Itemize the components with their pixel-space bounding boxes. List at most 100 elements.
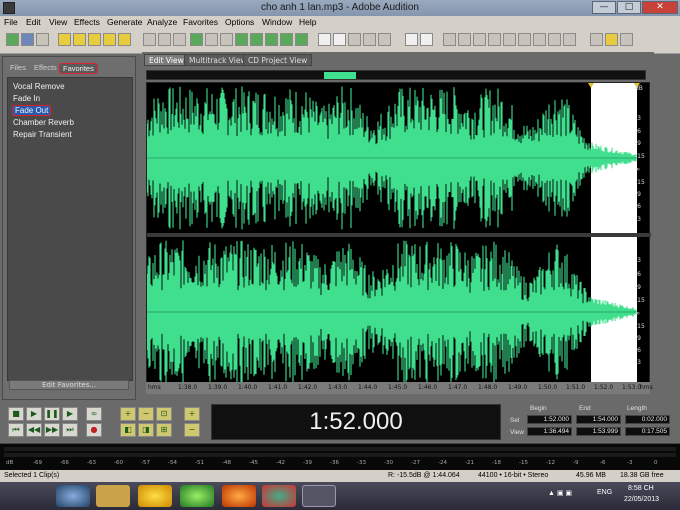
lasso-icon[interactable] [348, 33, 361, 46]
cd-icon[interactable] [36, 33, 49, 46]
view-end-field[interactable]: 1:53.999 [576, 427, 621, 436]
silence-icon[interactable] [265, 33, 278, 46]
zoom-out-h-icon[interactable]: − [138, 407, 154, 421]
tab-files[interactable]: Files [7, 63, 29, 74]
favorite-item-chamber-reverb[interactable]: Chamber Reverb [13, 118, 74, 127]
view-6-icon[interactable] [518, 33, 531, 46]
save-icon[interactable] [103, 33, 116, 46]
menu-help[interactable]: Help [299, 17, 316, 27]
open-file-icon[interactable] [73, 33, 86, 46]
go-end-icon[interactable]: ⏭ [62, 423, 78, 437]
spot-heal-icon[interactable] [378, 33, 391, 46]
tab-effects[interactable]: Effects [31, 63, 60, 74]
multitrack-icon[interactable] [21, 33, 34, 46]
loop-icon[interactable]: ∞ [86, 407, 102, 421]
redo-icon[interactable] [158, 33, 171, 46]
settings-icon[interactable] [590, 33, 603, 46]
menu-file[interactable]: File [4, 17, 18, 27]
firefox-icon[interactable] [222, 485, 256, 507]
language-indicator[interactable]: ENG [597, 489, 612, 496]
copy-icon[interactable] [190, 33, 203, 46]
start-orb-icon[interactable] [56, 485, 90, 507]
view-1-icon[interactable] [443, 33, 456, 46]
maximize-button[interactable]: □ [617, 1, 641, 14]
fast-forward-icon[interactable]: ▶▶ [44, 423, 60, 437]
marquee-icon[interactable] [333, 33, 346, 46]
undo-icon[interactable] [143, 33, 156, 46]
go-start-icon[interactable]: ⏮ [8, 423, 24, 437]
help-icon[interactable] [620, 33, 633, 46]
trim-icon[interactable] [250, 33, 263, 46]
sel-begin-field[interactable]: 1:52.000 [527, 415, 572, 424]
zoom-in-v-icon[interactable]: + [184, 407, 200, 421]
play-to-end-icon[interactable]: ▶ [62, 407, 78, 421]
cue-icon[interactable] [295, 33, 308, 46]
rewind-icon[interactable]: ◀◀ [26, 423, 42, 437]
overview-bar[interactable] [146, 70, 646, 80]
waveform-svg[interactable] [146, 83, 651, 387]
view-5-icon[interactable] [503, 33, 516, 46]
favorite-item-fade-in[interactable]: Fade In [13, 94, 40, 103]
menu-favorites[interactable]: Favorites [183, 17, 218, 27]
open-append-icon[interactable] [88, 33, 101, 46]
waveform-display[interactable]: dB -3 -6 -9 -15 ∞ -15 -9 -6 -3 -3 -6 -9 … [146, 82, 651, 387]
menu-options[interactable]: Options [225, 17, 254, 27]
view-2-icon[interactable] [458, 33, 471, 46]
mix-paste-icon[interactable] [235, 33, 248, 46]
new-file-icon[interactable] [58, 33, 71, 46]
menu-analyze[interactable]: Analyze [147, 17, 177, 27]
sel-length-field[interactable]: 0:02.000 [625, 415, 670, 424]
stop-icon[interactable]: ■ [8, 407, 24, 421]
minimize-button[interactable]: — [592, 1, 616, 14]
app-icon-green[interactable] [180, 485, 214, 507]
view-3-icon[interactable] [473, 33, 486, 46]
snap-icon[interactable] [280, 33, 293, 46]
time-ruler[interactable]: hms 1:38.0 1:39.0 1:40.0 1:41.0 1:42.0 1… [146, 382, 653, 394]
zoom-left-icon[interactable]: ◧ [120, 423, 136, 437]
view-7-icon[interactable] [533, 33, 546, 46]
overview-thumb[interactable] [324, 72, 356, 79]
menu-view[interactable]: View [49, 17, 67, 27]
view-4-icon[interactable] [488, 33, 501, 46]
close-button[interactable]: ✕ [642, 1, 678, 14]
favorite-item-vocal-remove[interactable]: Vocal Remove [13, 82, 65, 91]
menu-edit[interactable]: Edit [26, 17, 41, 27]
zoom-selection-icon[interactable]: ⊞ [156, 423, 172, 437]
pause-icon[interactable]: ❚❚ [44, 407, 60, 421]
zoom-in-h-icon[interactable]: + [120, 407, 136, 421]
sel-end-field[interactable]: 1:54.000 [576, 415, 621, 424]
tab-multitrack-view[interactable]: Multitrack View [184, 54, 252, 66]
clock-date[interactable]: 22/05/2013 [624, 496, 659, 503]
tab-edit-view[interactable]: Edit View [144, 54, 189, 66]
view-begin-field[interactable]: 1:36.494 [527, 427, 572, 436]
hand-icon[interactable] [363, 33, 376, 46]
menu-window[interactable]: Window [262, 17, 292, 27]
time-select-icon[interactable] [318, 33, 331, 46]
tab-cd-project-view[interactable]: CD Project View [243, 54, 313, 66]
explorer-icon[interactable] [96, 485, 130, 507]
record-icon[interactable]: ● [86, 423, 102, 437]
edit-favorites-button[interactable]: Edit Favorites... [9, 380, 129, 390]
save-all-icon[interactable] [118, 33, 131, 46]
paste-icon[interactable] [205, 33, 218, 46]
chrome-icon[interactable] [262, 485, 296, 507]
waveform-icon[interactable] [420, 33, 433, 46]
zoom-right-icon[interactable]: ◨ [138, 423, 154, 437]
favorite-item-repair-transient[interactable]: Repair Transient [13, 130, 72, 139]
play-icon[interactable]: ▶ [26, 407, 42, 421]
view-8-icon[interactable] [548, 33, 561, 46]
menu-effects[interactable]: Effects [74, 17, 100, 27]
folder-icon[interactable] [605, 33, 618, 46]
clock-time[interactable]: 8:58 CH [628, 485, 654, 492]
audition-taskbar-icon[interactable] [302, 485, 336, 507]
zoom-full-icon[interactable]: ⊡ [156, 407, 172, 421]
view-9-icon[interactable] [563, 33, 576, 46]
view-length-field[interactable]: 0:17.505 [625, 427, 670, 436]
spectral-icon[interactable] [405, 33, 418, 46]
menu-generate[interactable]: Generate [107, 17, 142, 27]
edit-view-icon[interactable] [6, 33, 19, 46]
cut-icon[interactable] [220, 33, 233, 46]
zoom-out-v-icon[interactable]: − [184, 423, 200, 437]
repeat-icon[interactable] [173, 33, 186, 46]
tab-favorites[interactable]: Favorites [59, 63, 98, 74]
